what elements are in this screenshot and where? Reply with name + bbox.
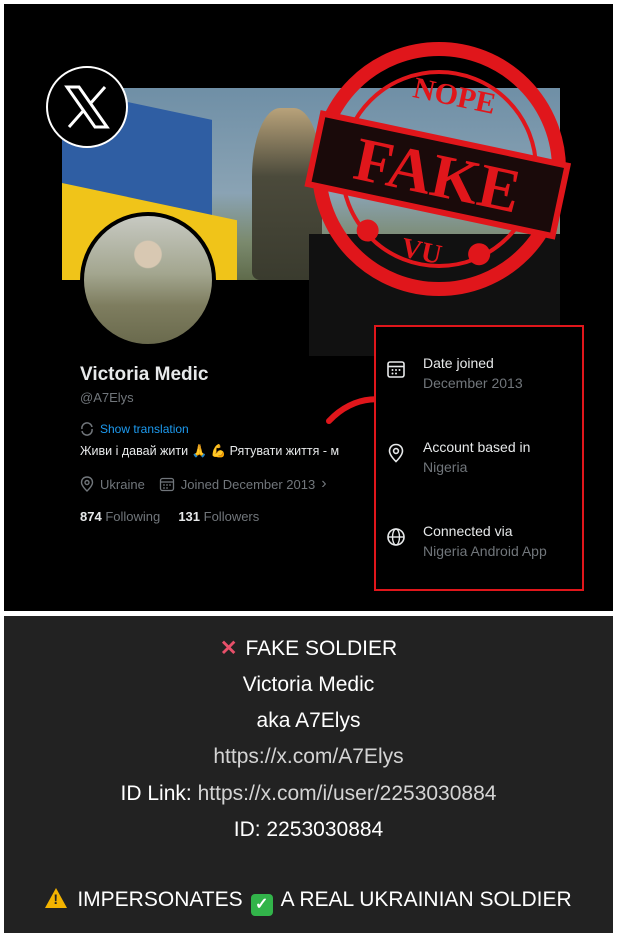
profile-bio: Живи і давай жити 🙏 💪 Рятувати життя - м: [80, 444, 340, 458]
caption-profile-link[interactable]: https://x.com/A7Elys: [4, 745, 613, 769]
chevron-right-icon[interactable]: ›: [321, 475, 326, 493]
info-value: Nigeria Android App: [423, 543, 547, 559]
profile-name: Victoria Medic: [80, 364, 209, 385]
screenshot-panel: NOPE FAKE VU Victoria Medic @A7Elys Show…: [4, 4, 613, 611]
caption-panel: ✕ FAKE SOLDIER Victoria Medic aka A7Elys …: [4, 616, 613, 933]
caption-impersonates-line: IMPERSONATES ✓ A REAL UKRAINIAN SOLDIER: [4, 888, 613, 916]
location-pin-icon: [80, 476, 94, 492]
followers-label: Followers: [203, 509, 260, 524]
cross-mark-icon: ✕: [219, 637, 238, 660]
followers-stat[interactable]: 131 Followers: [178, 509, 259, 524]
following-label: Following: [105, 509, 161, 524]
caption-line3: aka A7Elys: [256, 709, 361, 732]
following-count: 874: [80, 509, 102, 524]
caption-id-link-line: ID Link: https://x.com/i/user/2253030884: [4, 782, 613, 806]
following-stat[interactable]: 874 Following: [80, 509, 160, 524]
warning-icon: [45, 888, 68, 908]
info-value: Nigeria: [423, 459, 468, 475]
caption-id-link-prefix: ID Link:: [120, 782, 192, 805]
show-translation-label: Show translation: [100, 422, 189, 436]
avatar[interactable]: [80, 212, 216, 348]
account-info-box: Date joined December 2013 Account based …: [374, 325, 584, 591]
location-icon: [388, 443, 404, 463]
caption-impersonates: IMPERSONATES: [77, 888, 243, 911]
info-label: Connected via: [423, 523, 513, 539]
profile-meta: Ukraine Joined December 2013 ›: [80, 475, 327, 493]
calendar-icon: [387, 361, 405, 378]
caption-fake-soldier: ✕ FAKE SOLDIER: [4, 636, 613, 661]
x-logo-icon: [46, 66, 128, 148]
caption-line2: Victoria Medic: [242, 673, 375, 696]
translate-icon: [81, 422, 93, 436]
info-label: Account based in: [423, 439, 531, 455]
info-label: Date joined: [423, 355, 494, 371]
caption-real-soldier: A REAL UKRAINIAN SOLDIER: [280, 888, 572, 911]
profile-location: Ukraine: [100, 476, 145, 492]
show-translation-link[interactable]: Show translation: [80, 422, 189, 436]
profile-joined[interactable]: Joined December 2013: [181, 477, 315, 492]
followers-count: 131: [178, 509, 201, 524]
check-mark-icon: ✓: [250, 894, 273, 916]
info-value: December 2013: [423, 375, 523, 391]
stamp-top-text: NOPE: [410, 71, 498, 121]
profile-handle: @A7Elys: [80, 390, 134, 405]
globe-icon: [387, 528, 405, 546]
caption-id: ID: 2253030884: [233, 818, 384, 841]
stamp-bottom-text: VU: [398, 232, 444, 271]
caption-line1: FAKE SOLDIER: [245, 637, 398, 660]
profile-stats: 874 Following 131 Followers: [80, 509, 259, 524]
calendar-icon: [159, 477, 174, 492]
fake-stamp: NOPE FAKE VU: [304, 42, 572, 296]
caption-id-link[interactable]: https://x.com/i/user/2253030884: [198, 782, 497, 805]
